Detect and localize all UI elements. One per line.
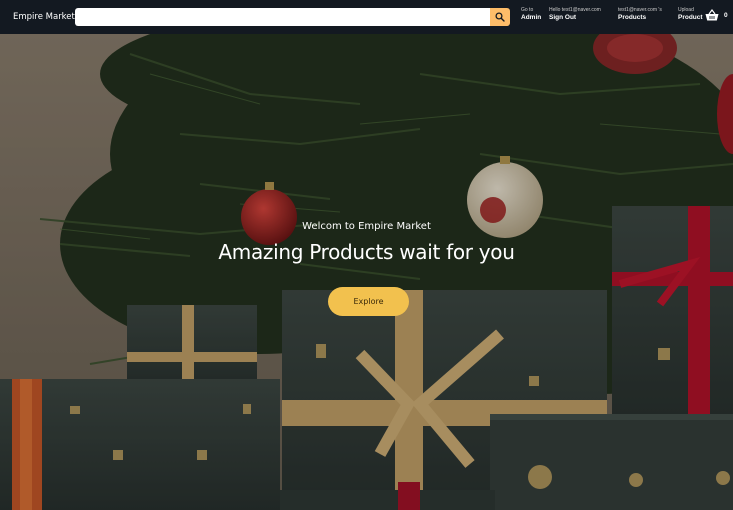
upload-product-link[interactable]: Upload Product (678, 7, 703, 21)
my-products-link[interactable]: test1@naver.com 's Products (618, 7, 662, 21)
hero-headline: Amazing Products wait for you (218, 240, 515, 264)
explore-button[interactable]: Explore (328, 287, 409, 316)
magnifier-icon (495, 12, 505, 22)
my-products-label: Products (618, 13, 647, 21)
cart-count: 0 (724, 11, 728, 19)
hero-overlay (0, 34, 733, 510)
cart-button[interactable]: 0 (705, 9, 728, 21)
admin-line2: Admin (521, 13, 542, 21)
admin-link[interactable]: Go to Admin (521, 7, 542, 21)
search-button[interactable] (490, 8, 510, 26)
hero-welcome-text: Welcom to Empire Market (302, 221, 431, 232)
sign-out-link[interactable]: Sign Out (549, 14, 601, 21)
basket-icon (705, 9, 719, 21)
search-input[interactable] (75, 8, 490, 26)
upload-line2: Product (678, 13, 703, 21)
hero-banner: Welcom to Empire Market Amazing Products… (0, 34, 733, 510)
search-bar (75, 8, 510, 26)
top-navbar: Empire Market Go to Admin Hello test1@na… (0, 0, 733, 34)
account-link[interactable]: Hello test1@naver.com Sign Out (549, 7, 601, 21)
brand-logo[interactable]: Empire Market (13, 12, 75, 22)
